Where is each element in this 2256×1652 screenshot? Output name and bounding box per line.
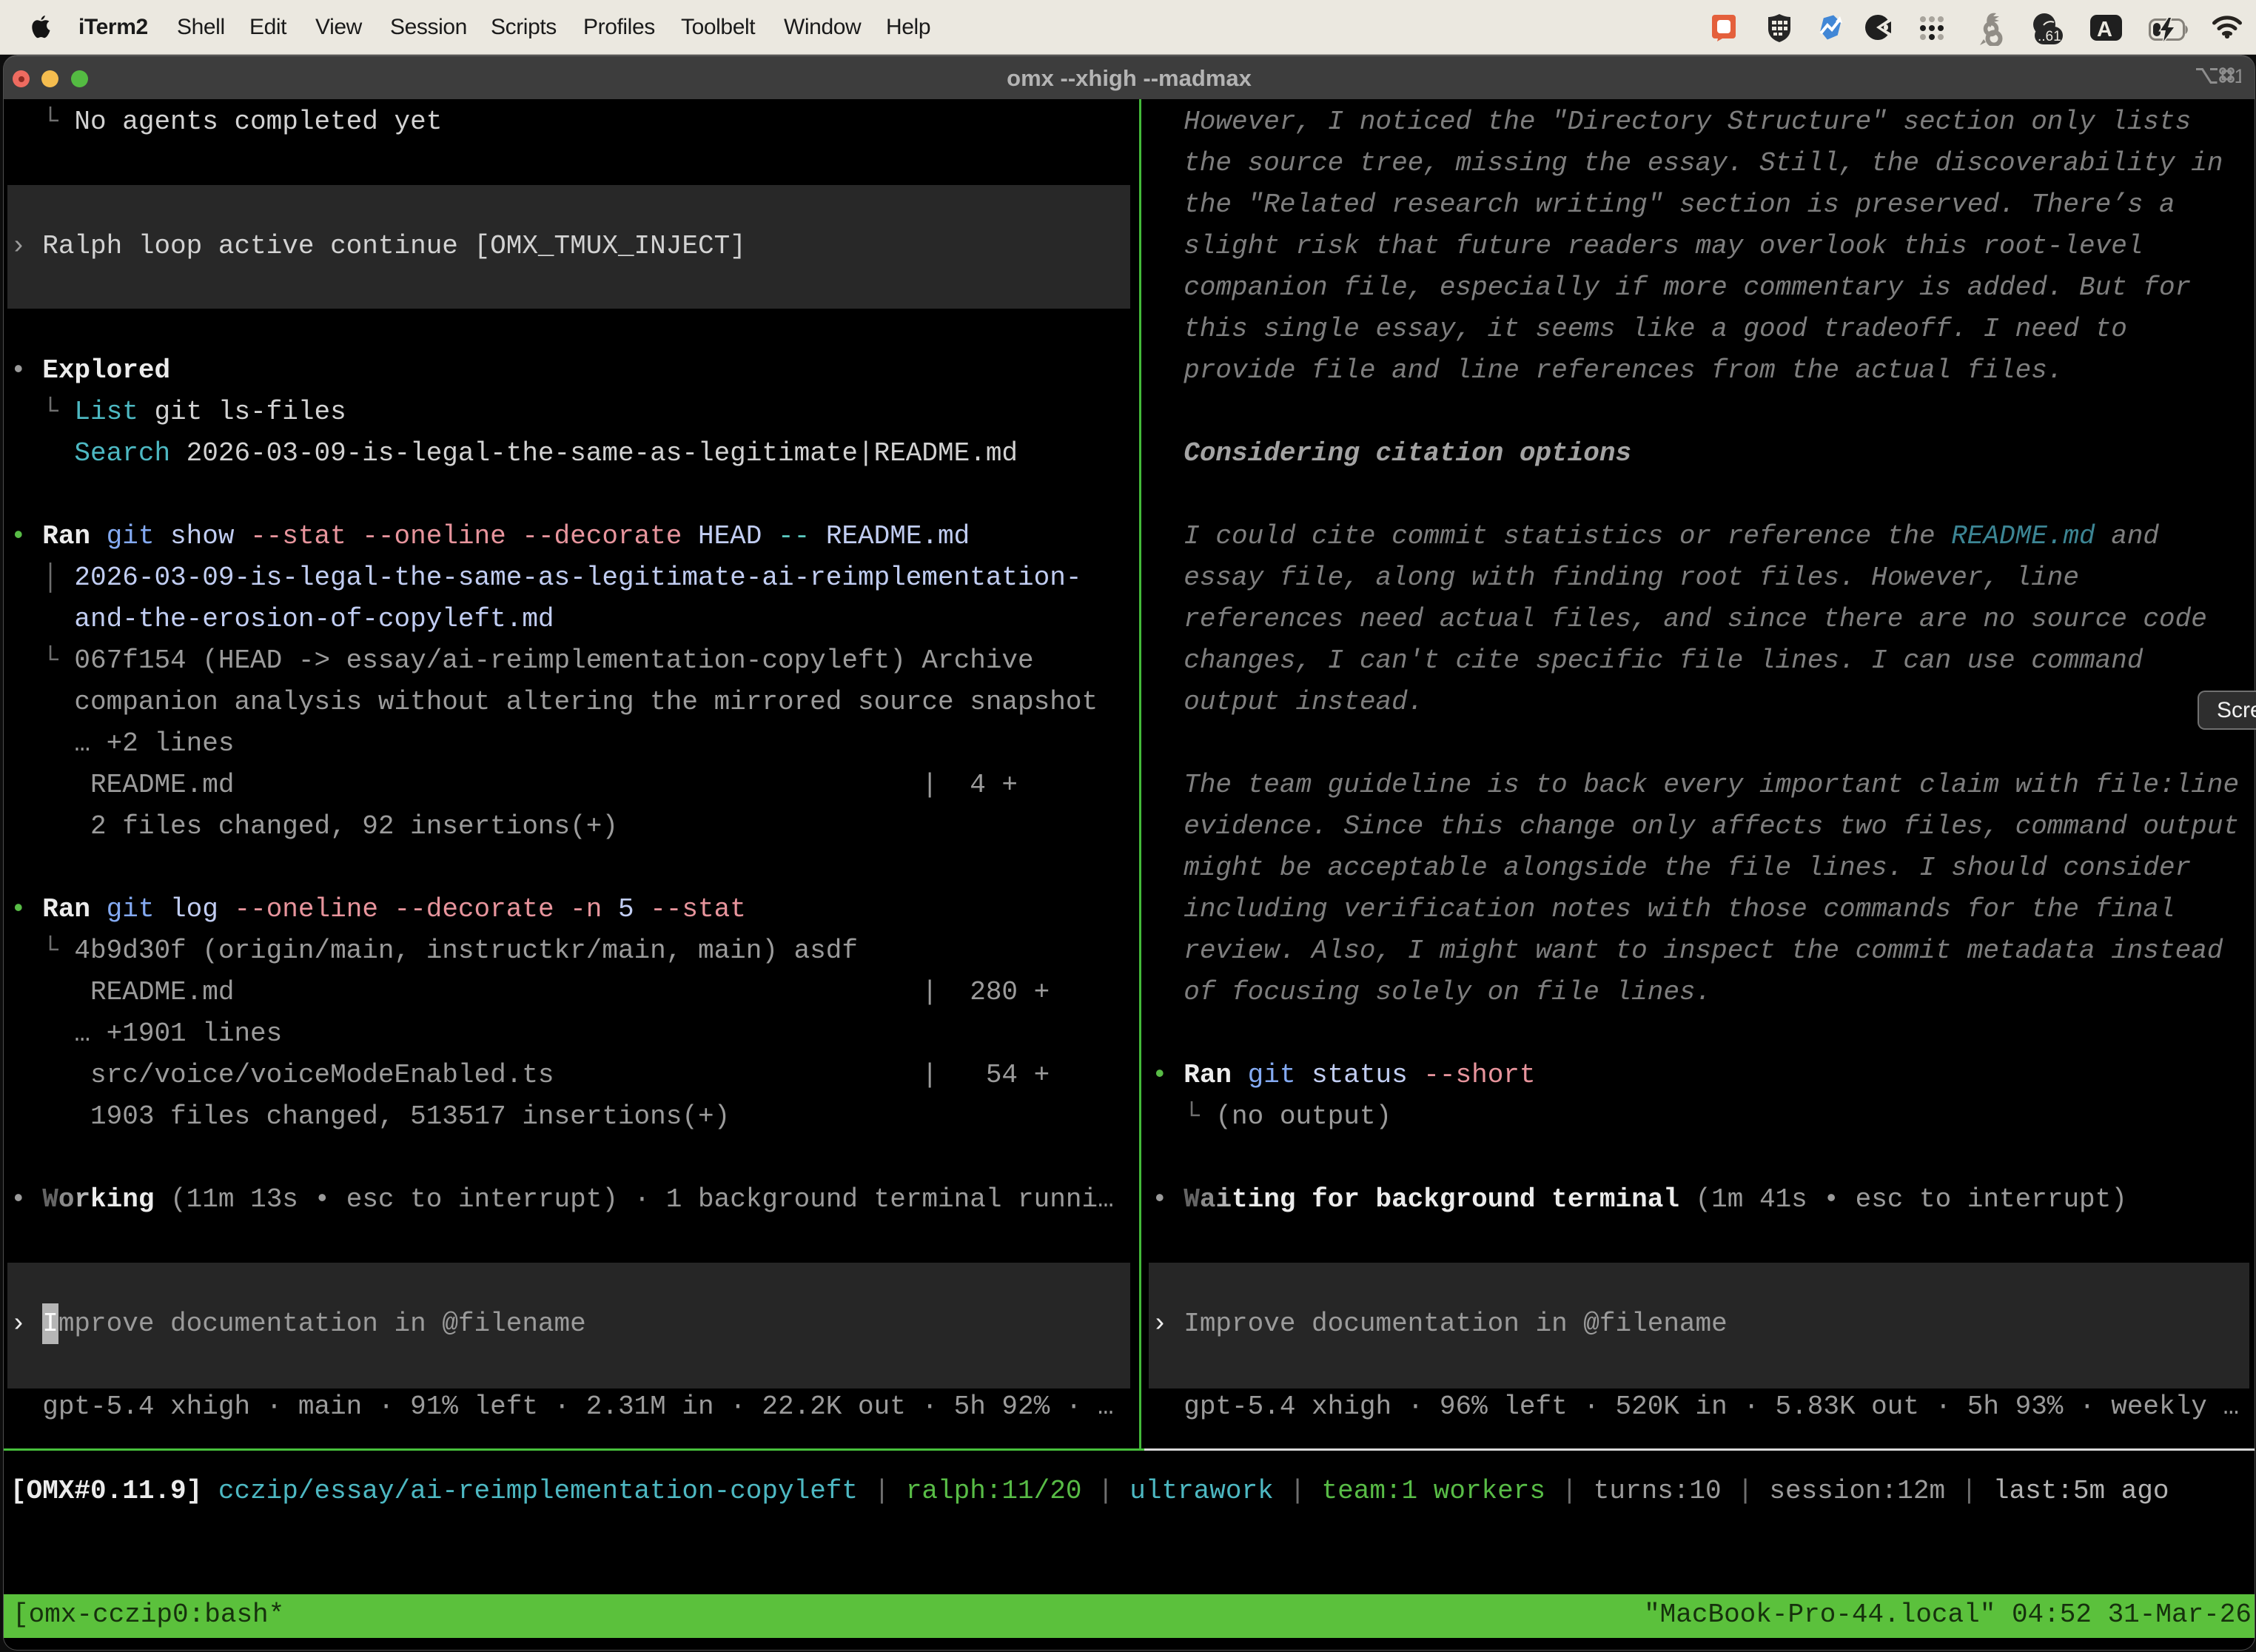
svg-text:..61: ..61 [2038, 29, 2061, 44]
svg-text:1: 1 [2235, 66, 2242, 87]
svg-text:A: A [2097, 18, 2112, 41]
